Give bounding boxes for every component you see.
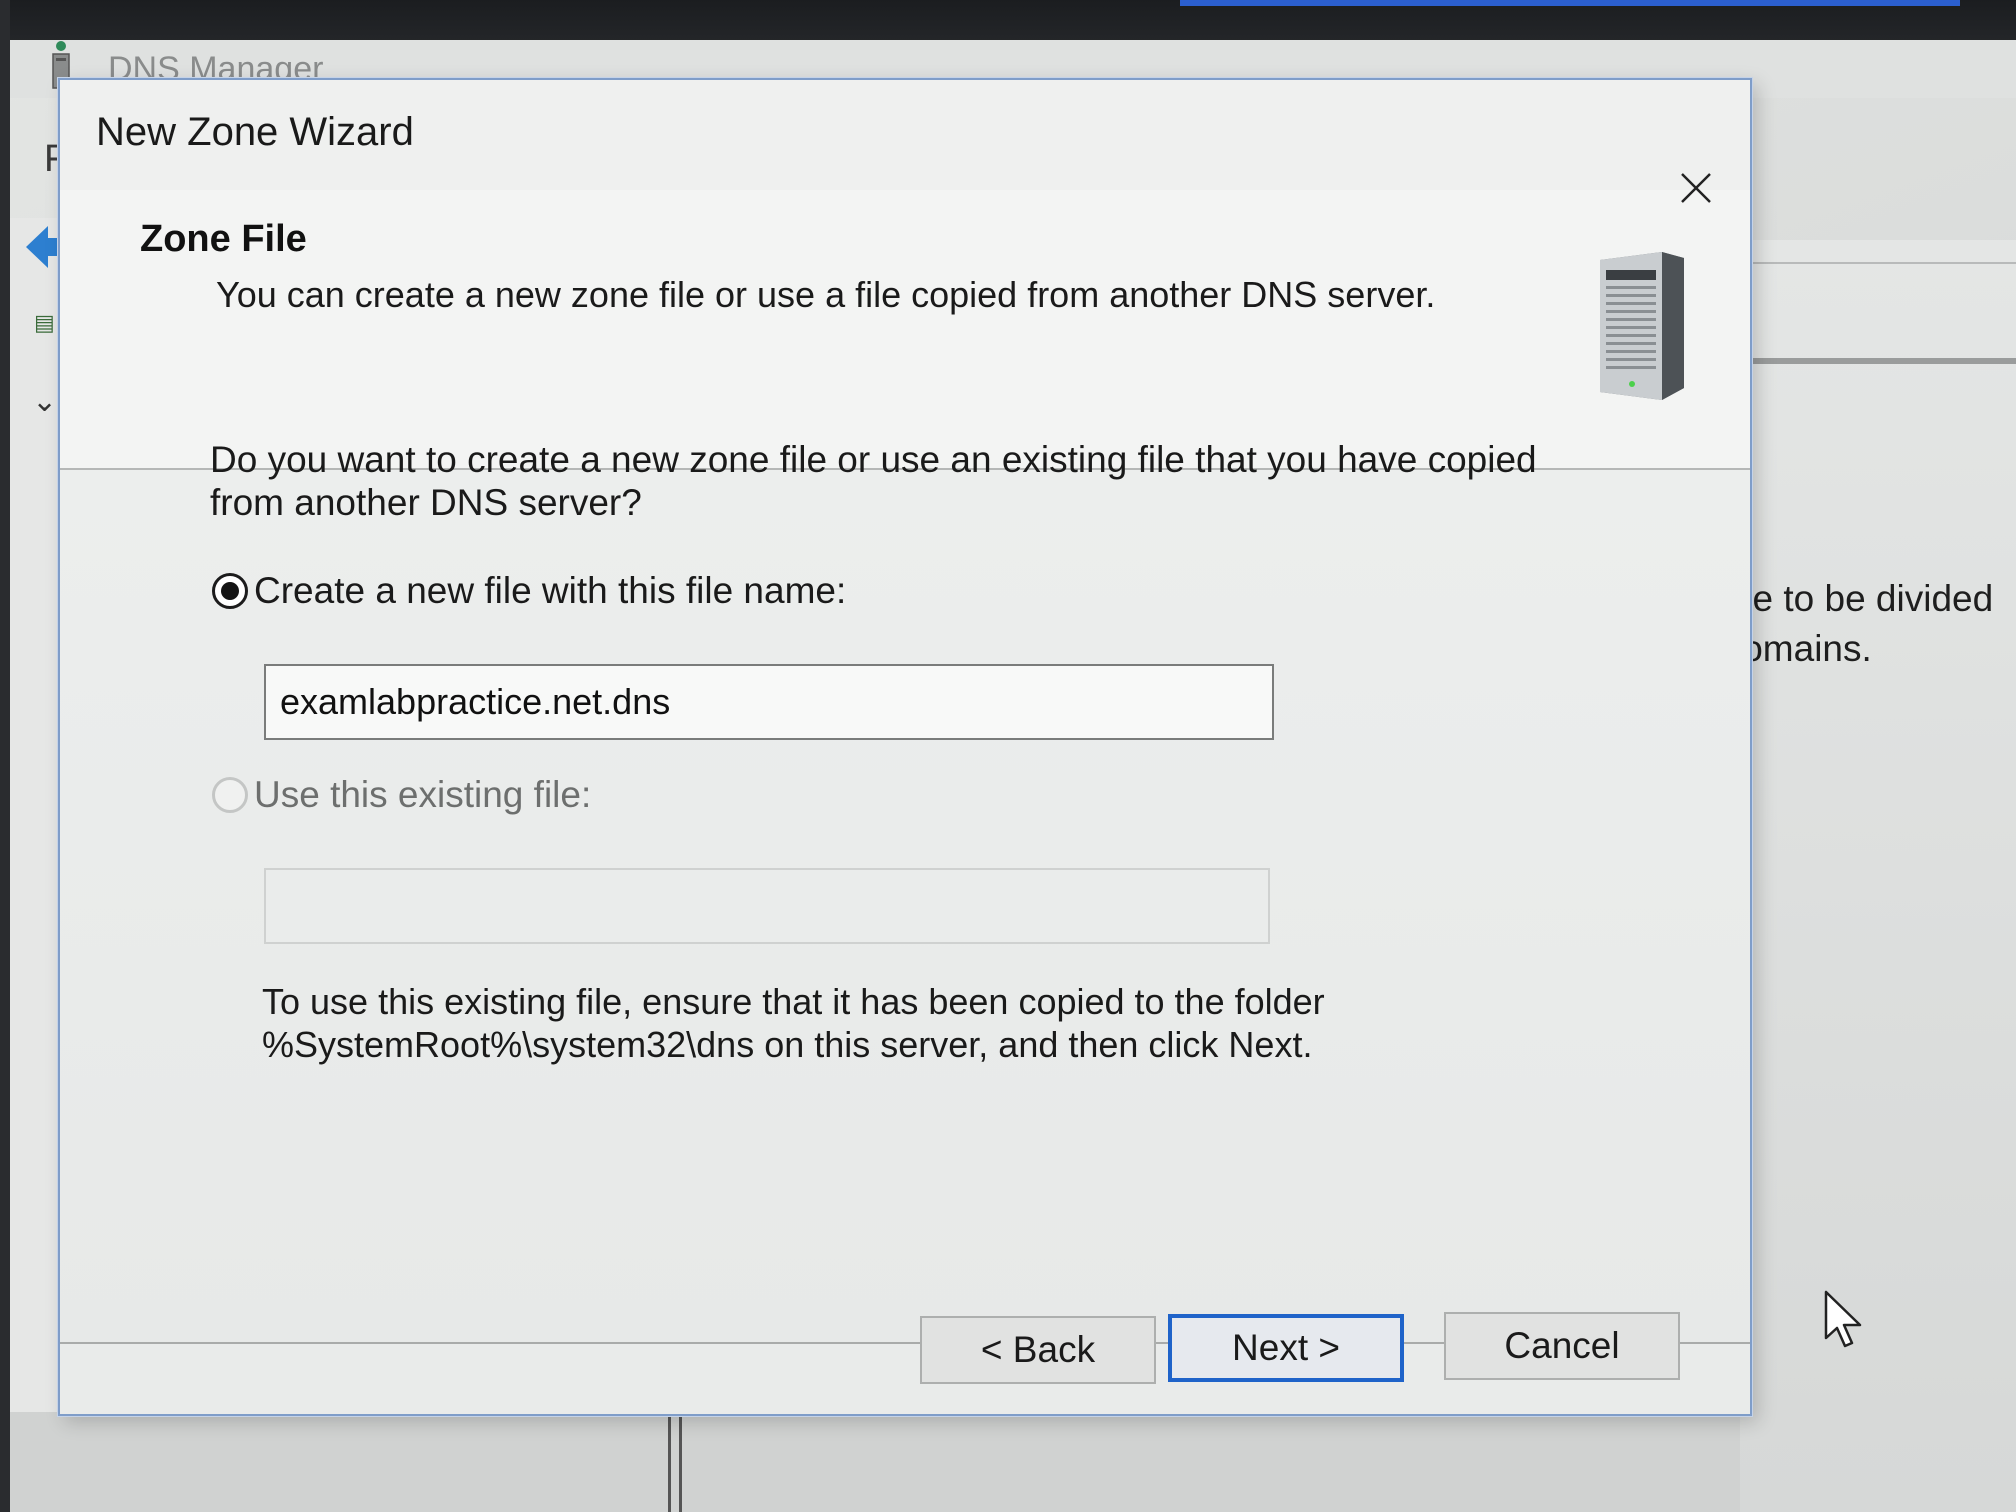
existing-file-help-text: To use this existing file, ensure that i… <box>262 981 1325 1065</box>
dns-manager-status-area <box>10 1412 1740 1512</box>
monitor-bezel-left <box>0 0 10 1512</box>
pane-splitter[interactable] <box>668 1412 682 1512</box>
page-subtitle: You can create a new zone file or use a … <box>216 274 1436 315</box>
mouse-pointer-icon <box>1824 1290 1862 1348</box>
dns-server-tree-icon[interactable]: ▤ <box>34 310 55 336</box>
cancel-button[interactable]: Cancel <box>1444 1312 1680 1380</box>
close-icon <box>1681 173 1711 203</box>
existing-file-input[interactable] <box>264 868 1270 944</box>
use-existing-file-label: Use this existing file: <box>254 774 592 815</box>
dialog-title: New Zone Wizard <box>96 110 414 154</box>
use-existing-file-option[interactable]: Use this existing file: <box>212 774 591 816</box>
radio-selected-dot <box>221 582 239 600</box>
new-file-name-input[interactable] <box>264 664 1274 740</box>
details-pane-header-line <box>1740 358 2016 364</box>
server-icon <box>1600 252 1684 400</box>
create-new-file-option[interactable]: Create a new file with this file name: <box>212 570 846 612</box>
use-existing-file-radio[interactable] <box>212 777 248 813</box>
next-button[interactable]: Next > <box>1168 1314 1404 1382</box>
taskbar-accent-strip <box>1180 0 1960 6</box>
details-pane-text-line-2: lomains. <box>1734 628 1872 669</box>
zone-file-question: Do you want to create a new zone file or… <box>210 439 1537 523</box>
details-pane-text-line-1: ce to be divided <box>1734 578 1994 619</box>
details-pane <box>1740 240 2016 1512</box>
back-arrow-icon[interactable] <box>22 222 62 272</box>
close-button[interactable] <box>1666 158 1726 218</box>
details-pane-divider <box>1740 262 2016 264</box>
create-new-file-radio[interactable] <box>212 573 248 609</box>
create-new-file-label: Create a new file with this file name: <box>254 570 847 611</box>
back-button[interactable]: < Back <box>920 1316 1156 1384</box>
tree-expand-chevron-icon[interactable]: ⌄ <box>32 384 57 419</box>
page-title: Zone File <box>140 218 307 260</box>
